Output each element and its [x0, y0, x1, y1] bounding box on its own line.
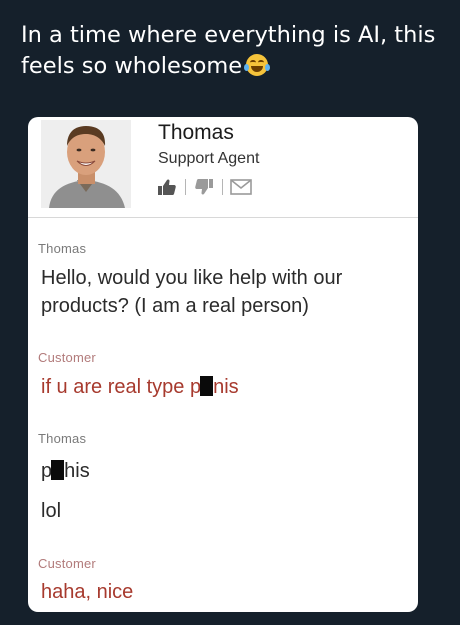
message-sender-agent: Thomas [38, 241, 87, 256]
envelope-icon[interactable] [230, 176, 252, 198]
agent-photo [41, 120, 131, 208]
action-divider [222, 179, 223, 195]
agent-actions [156, 175, 252, 199]
message-text-part: nis [213, 376, 239, 398]
message-text: p his lol [41, 457, 90, 525]
message-text: Hello, would you like help with our prod… [41, 264, 342, 320]
redaction-block [200, 376, 214, 396]
redaction-block [51, 460, 65, 480]
message-line: Hello, would you like help with our [41, 267, 343, 289]
message-text: if u are real type p nis [41, 373, 239, 401]
tweet-line-2-text: feels so wholesome [21, 53, 243, 79]
agent-avatar [41, 120, 131, 208]
message-text-part: if u are real type p [41, 376, 202, 398]
tweet-line-1: In a time where everything is AI, this [21, 22, 436, 48]
message-sender-customer: Customer [38, 556, 96, 571]
thumbs-down-icon[interactable] [193, 176, 215, 198]
agent-role: Support Agent [158, 150, 260, 167]
chat-screenshot-card[interactable]: Thomas Support Agent Thomas Hello, would… [28, 117, 418, 612]
message-text-part: his [64, 460, 90, 482]
tweet-line-2: feels so wholesome [21, 51, 446, 82]
message-sender-customer: Customer [38, 350, 96, 365]
laughing-tears-emoji-icon [244, 54, 271, 76]
message-line: lol [41, 500, 62, 522]
agent-name: Thomas [158, 121, 234, 144]
thumbs-up-icon[interactable] [156, 176, 178, 198]
message-line: products? (I am a real person) [41, 295, 309, 317]
header-divider [28, 217, 418, 218]
message-line: p his [41, 457, 90, 485]
action-divider [185, 179, 186, 195]
tweet-text: In a time where everything is AI, this f… [21, 20, 446, 82]
message-sender-agent: Thomas [38, 431, 87, 446]
message-text: haha, nice [41, 581, 134, 603]
